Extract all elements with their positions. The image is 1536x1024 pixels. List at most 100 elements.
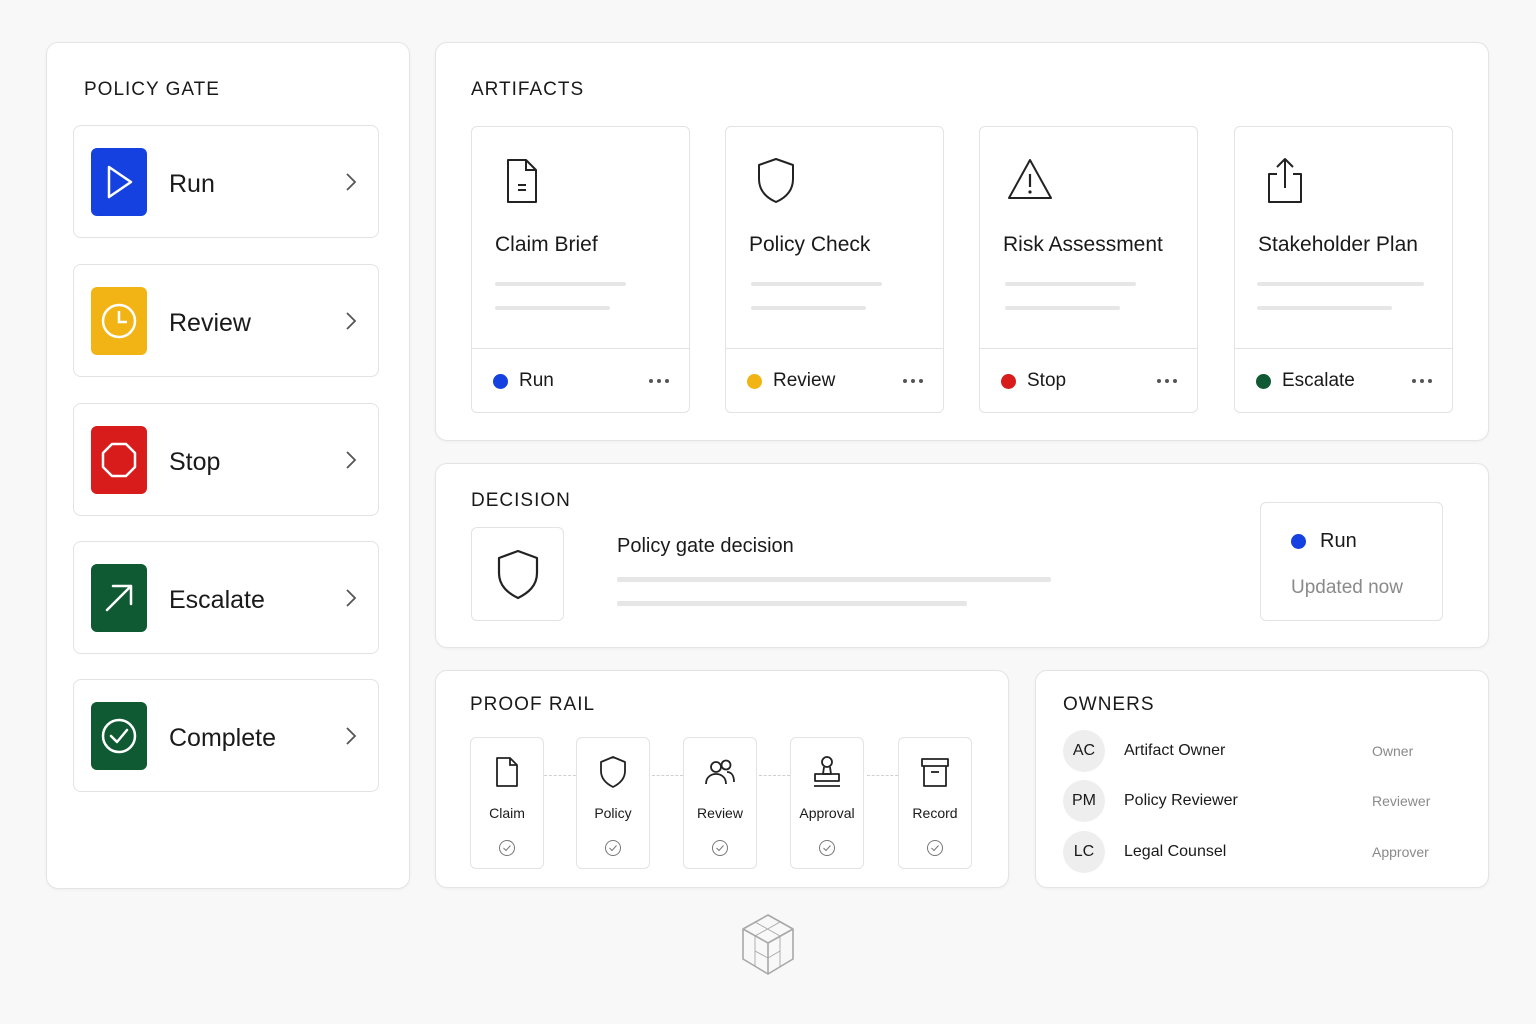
rail-step-label: Claim	[489, 805, 525, 821]
rail-connector	[759, 775, 790, 776]
proof-rail-panel: PROOF RAIL Claim Policy Review Approval …	[435, 670, 1009, 888]
decision-status: Run	[1320, 530, 1357, 552]
warning-icon	[1008, 159, 1052, 199]
chevron-right-icon	[346, 727, 357, 745]
owner-row[interactable]: AC Artifact Owner Owner	[1063, 730, 1463, 772]
text-placeholder	[751, 306, 866, 310]
text-placeholder	[617, 601, 967, 606]
text-placeholder	[751, 282, 882, 286]
gate-item-stop[interactable]: Stop	[73, 403, 379, 516]
decision-title: DECISION	[471, 490, 571, 511]
chevron-right-icon	[346, 451, 357, 469]
artifacts-panel: ARTIFACTS Claim Brief Run Policy Check R…	[435, 42, 1489, 441]
artifact-footer: Review	[726, 348, 943, 412]
avatar: PM	[1063, 780, 1105, 822]
rail-connector	[867, 775, 898, 776]
text-placeholder	[495, 282, 626, 286]
artifact-name: Risk Assessment	[1003, 233, 1163, 256]
owner-row[interactable]: LC Legal Counsel Approver	[1063, 831, 1463, 873]
rail-step-label: Approval	[799, 805, 855, 821]
avatar: LC	[1063, 831, 1105, 873]
owner-row[interactable]: PM Policy Reviewer Reviewer	[1063, 780, 1463, 822]
check-circle-icon	[605, 840, 621, 856]
text-placeholder	[1005, 282, 1136, 286]
gate-item-review[interactable]: Review	[73, 264, 379, 377]
owner-name: Artifact Owner	[1124, 742, 1226, 759]
gate-item-label: Complete	[169, 724, 276, 752]
share-icon	[1268, 158, 1302, 203]
gate-item-escalate[interactable]: Escalate	[73, 541, 379, 654]
owner-name: Policy Reviewer	[1124, 792, 1238, 809]
policy-gate-panel: POLICY GATE Run Review Stop Escalate Com…	[46, 42, 410, 889]
rail-step-policy[interactable]: Policy	[576, 737, 650, 869]
chevron-right-icon	[346, 589, 357, 607]
check-circle-icon	[927, 840, 943, 856]
more-options-icon[interactable]	[901, 371, 925, 391]
rail-connector	[652, 775, 683, 776]
avatar: AC	[1063, 730, 1105, 772]
gate-item-complete[interactable]: Complete	[73, 679, 379, 792]
status-dot	[1291, 534, 1306, 549]
octagon-icon	[91, 426, 147, 494]
gate-item-label: Escalate	[169, 586, 265, 614]
gate-item-label: Run	[169, 170, 215, 198]
artifact-card-policy-check[interactable]: Policy Check Review	[725, 126, 944, 413]
rail-step-label: Record	[912, 805, 958, 821]
rail-connector	[544, 775, 576, 776]
decision-icon-box	[471, 527, 564, 621]
owners-panel: OWNERS AC Artifact Owner Owner PM Policy…	[1035, 670, 1489, 888]
artifact-name: Policy Check	[749, 233, 871, 256]
text-placeholder	[617, 577, 1051, 582]
artifact-name: Claim Brief	[495, 233, 598, 256]
chevron-right-icon	[346, 312, 357, 330]
artifact-footer: Run	[472, 348, 689, 412]
proof-rail-title: PROOF RAIL	[470, 694, 596, 715]
text-placeholder	[495, 306, 610, 310]
cube-logo-icon	[742, 914, 794, 975]
check-circle-icon	[91, 702, 147, 770]
more-options-icon[interactable]	[1410, 371, 1434, 391]
policy-gate-title: POLICY GATE	[84, 79, 220, 100]
document-icon	[496, 757, 518, 787]
stamp-icon	[814, 756, 840, 787]
decision-heading: Policy gate decision	[617, 535, 794, 557]
owner-role: Owner	[1372, 743, 1414, 759]
gate-item-run[interactable]: Run	[73, 125, 379, 238]
check-circle-icon	[712, 840, 728, 856]
rail-step-claim[interactable]: Claim	[470, 737, 544, 869]
rail-step-record[interactable]: Record	[898, 737, 972, 869]
artifact-status: Escalate	[1282, 370, 1355, 391]
archive-icon	[921, 758, 949, 787]
decision-status-box: Run Updated now	[1260, 502, 1443, 621]
shield-icon	[758, 158, 794, 203]
more-options-icon[interactable]	[647, 371, 671, 391]
owners-title: OWNERS	[1063, 694, 1155, 715]
status-dot	[493, 374, 508, 389]
owner-role: Approver	[1372, 844, 1429, 860]
decision-updated-text: Updated now	[1291, 577, 1403, 598]
chevron-right-icon	[346, 173, 357, 191]
rail-step-review[interactable]: Review	[683, 737, 757, 869]
owner-role: Reviewer	[1372, 793, 1431, 809]
document-icon	[507, 159, 537, 203]
artifacts-title: ARTIFACTS	[471, 79, 585, 100]
status-dot	[747, 374, 762, 389]
text-placeholder	[1257, 306, 1392, 310]
check-circle-icon	[499, 840, 515, 856]
check-circle-icon	[819, 840, 835, 856]
artifact-footer: Escalate	[1235, 348, 1452, 412]
clock-icon	[91, 287, 147, 355]
text-placeholder	[1005, 306, 1120, 310]
more-options-icon[interactable]	[1155, 371, 1179, 391]
artifact-status: Run	[519, 370, 554, 391]
artifact-card-stakeholder-plan[interactable]: Stakeholder Plan Escalate	[1234, 126, 1453, 413]
owner-name: Legal Counsel	[1124, 843, 1227, 860]
arrow-up-right-icon	[91, 564, 147, 632]
gate-item-label: Review	[169, 309, 251, 337]
artifact-card-claim-brief[interactable]: Claim Brief Run	[471, 126, 690, 413]
rail-step-approval[interactable]: Approval	[790, 737, 864, 869]
artifact-card-risk-assessment[interactable]: Risk Assessment Stop	[979, 126, 1198, 413]
rail-step-label: Policy	[594, 805, 632, 821]
artifact-name: Stakeholder Plan	[1258, 233, 1418, 256]
text-placeholder	[1257, 282, 1424, 286]
